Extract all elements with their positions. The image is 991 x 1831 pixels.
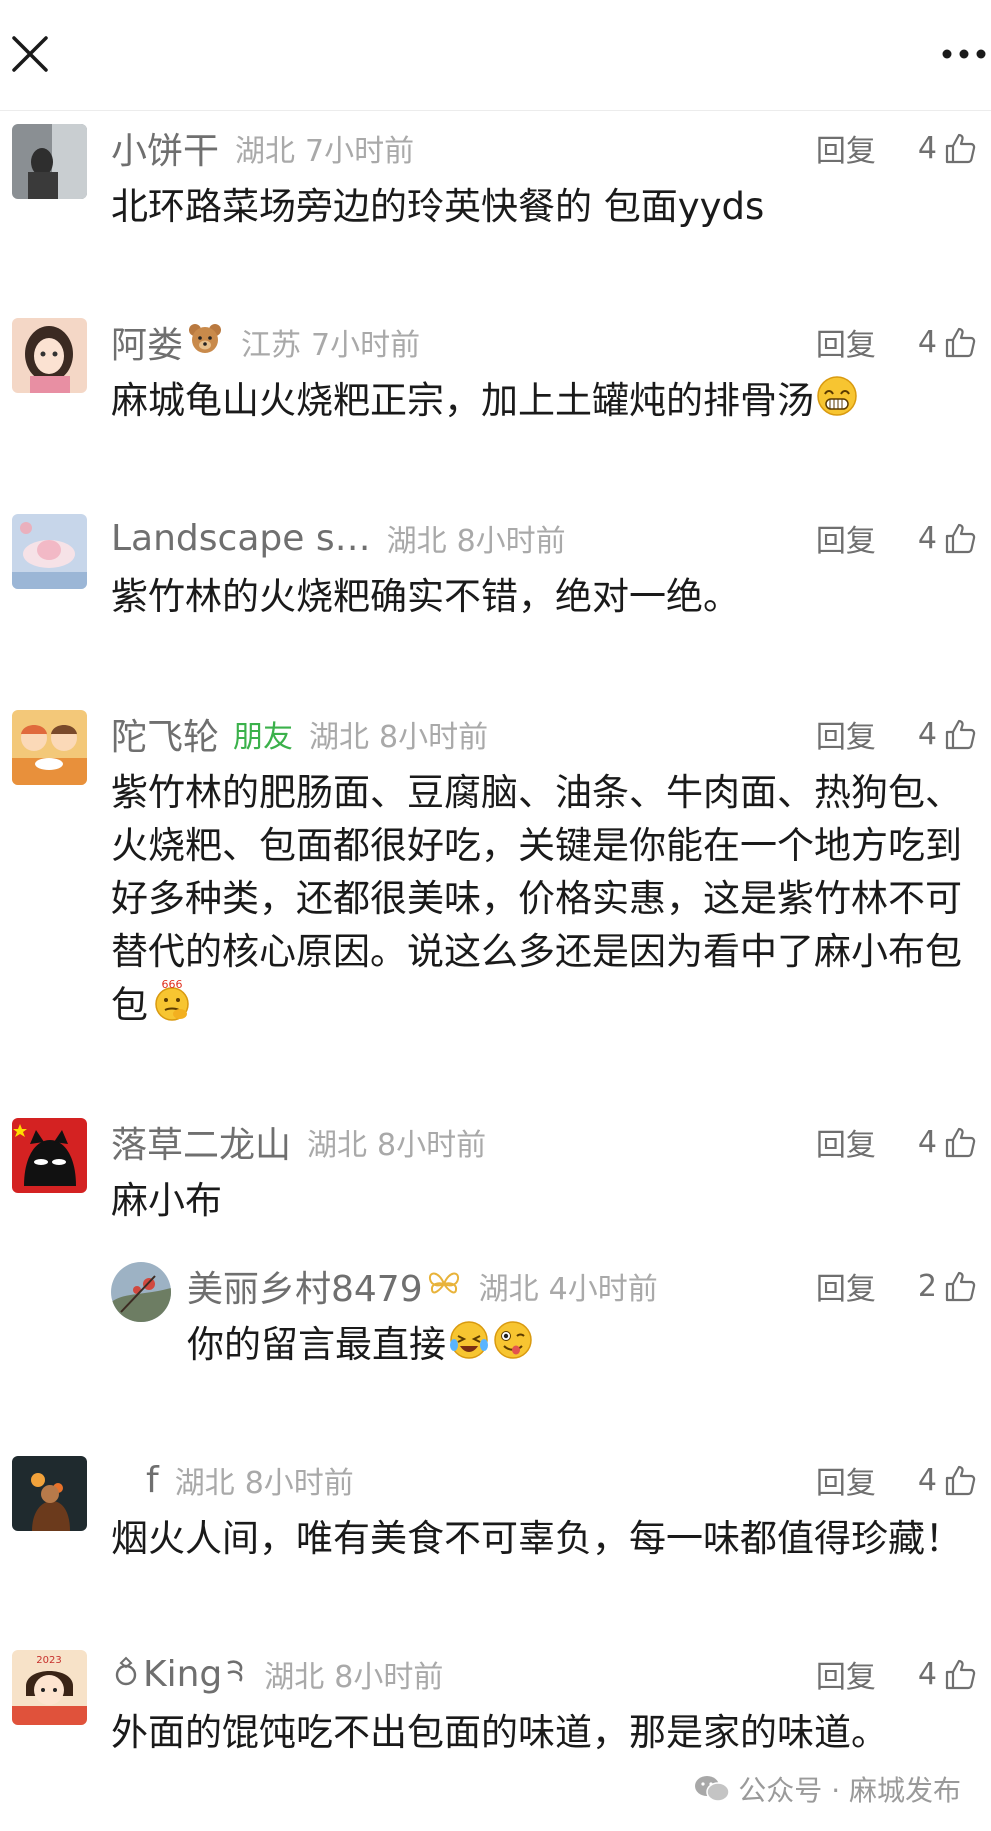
comment-item: 小饼干 湖北 7小时前 回复 4 北环路菜场旁边的玲英快餐的 包面yyds — [0, 124, 991, 244]
comment-time: 8小时前 — [244, 1466, 354, 1501]
reply-button[interactable]: 回复 — [816, 712, 876, 756]
comment-location: 湖北 — [307, 1128, 368, 1163]
reply-button[interactable]: 回复 — [816, 126, 876, 170]
cat-ear-icon — [224, 1655, 248, 1693]
comment-author[interactable]: 小饼干 — [111, 122, 219, 174]
like-count: 4 — [917, 716, 937, 752]
avatar[interactable] — [12, 514, 87, 589]
comment-time: 7小时前 — [305, 134, 415, 169]
comment-text: 紫竹林的火烧粑确实不错，绝对一绝。 — [111, 575, 740, 618]
avatar[interactable] — [111, 1262, 171, 1322]
comment-time: 8小时前 — [334, 1660, 444, 1695]
comment-item: f 湖北 8小时前 回复 4 烟火人间，唯有美食不可辜负，每一味都值得珍藏！ — [0, 1456, 991, 1576]
avatar[interactable] — [12, 1118, 87, 1193]
reply-button[interactable]: 回复 — [816, 320, 876, 364]
like-count: 4 — [917, 1656, 937, 1692]
reply-button[interactable]: 回复 — [816, 1264, 876, 1308]
comment-location: 湖北 — [264, 1660, 325, 1695]
comment-time: 8小时前 — [377, 1128, 487, 1163]
comment-item: 落草二龙山 湖北 8小时前 回复 4 麻小布 — [0, 1118, 991, 1238]
comment-author[interactable]: 阿娄 — [111, 316, 183, 368]
like-count: 2 — [917, 1268, 937, 1304]
comment-time: 8小时前 — [456, 524, 566, 559]
watermark: 公众号 · 麻城发布 — [694, 1767, 961, 1811]
avatar[interactable] — [12, 710, 87, 785]
avatar[interactable] — [12, 1456, 87, 1531]
more-dots-icon — [942, 49, 986, 59]
ring-icon — [113, 1655, 139, 1693]
wechat-icon — [695, 1776, 731, 1802]
avatar[interactable]: 2023 — [12, 1650, 87, 1725]
like-count: 4 — [917, 1124, 937, 1160]
thumbs-up-icon[interactable] — [943, 1269, 977, 1303]
thumbs-up-icon[interactable] — [943, 1125, 977, 1159]
thumbs-up-icon[interactable] — [943, 325, 977, 359]
comment-text-row: 紫竹林的肥肠面、豆腐脑、油条、牛肉面、热狗包、火烧粑、包面都很好吃，关键是你能在… — [111, 766, 981, 1036]
comment-text: 你的留言最直接 — [187, 1323, 446, 1366]
thumbs-up-icon[interactable] — [943, 521, 977, 555]
close-button[interactable] — [8, 32, 52, 76]
comment-text: 麻小布 — [111, 1179, 222, 1222]
comment-location: 湖北 — [386, 524, 447, 559]
top-bar — [0, 0, 991, 111]
comment-item: Landscape s… 湖北 8小时前 回复 4 紫竹林的火烧粑确实不错，绝对… — [0, 514, 991, 634]
more-button[interactable] — [937, 32, 991, 76]
comment-location: 湖北 — [309, 720, 370, 755]
reply-button[interactable]: 回复 — [816, 1652, 876, 1696]
thumbs-up-icon[interactable] — [943, 1657, 977, 1691]
reply-button[interactable]: 回复 — [816, 516, 876, 560]
like-count: 4 — [917, 324, 937, 360]
comment-text: 烟火人间，唯有美食不可辜负，每一味都值得珍藏！ — [111, 1517, 962, 1560]
thumbs-up-icon[interactable] — [943, 1463, 977, 1497]
666-thinking-emoji: 666 — [150, 978, 194, 1036]
teddy-bear-icon — [185, 320, 225, 364]
comment-location: 湖北 — [478, 1272, 539, 1307]
svg-text:666: 666 — [162, 978, 183, 991]
laugh-cry-emoji — [448, 1319, 490, 1375]
comment-text-row: 你的留言最直接 — [187, 1318, 981, 1375]
comment-location: 江苏 — [241, 328, 302, 363]
comment-item: 阿娄 江苏 7小时前 回复 4 麻城龟山火烧粑正宗，加上土罐炖的排骨汤 — [0, 318, 991, 438]
comment-author[interactable]: King — [143, 1654, 222, 1695]
comment-author[interactable]: 美丽乡村8479 — [187, 1260, 423, 1312]
comment-text-row: 麻城龟山火烧粑正宗，加上土罐炖的排骨汤 — [111, 374, 981, 431]
avatar[interactable] — [12, 124, 87, 199]
like-count: 4 — [917, 520, 937, 556]
like-count: 4 — [917, 1462, 937, 1498]
comment-time: 8小时前 — [379, 720, 489, 755]
thumbs-up-icon[interactable] — [943, 717, 977, 751]
comment-text: 北环路菜场旁边的玲英快餐的 包面yyds — [111, 185, 765, 228]
comment-author[interactable]: Landscape s… — [111, 518, 371, 559]
close-icon — [12, 36, 48, 72]
comment-location: 湖北 — [174, 1466, 235, 1501]
comment-author[interactable]: f — [146, 1460, 159, 1501]
avatar[interactable] — [12, 318, 87, 393]
butterfly-icon — [425, 1265, 463, 1307]
svg-text:2023: 2023 — [36, 1655, 61, 1666]
reply-button[interactable]: 回复 — [816, 1120, 876, 1164]
comment-item: 陀飞轮 朋友 湖北 8小时前 回复 4 紫竹林的肥肠面、豆腐脑、油条、牛肉面、热… — [0, 710, 991, 1030]
comment-text: 外面的馄饨吃不出包面的味道，那是家的味道。 — [111, 1711, 888, 1754]
wink-tongue-emoji — [492, 1319, 534, 1375]
comment-text: 紫竹林的肥肠面、豆腐脑、油条、牛肉面、热狗包、火烧粑、包面都很好吃，关键是你能在… — [111, 771, 962, 1027]
reply-button[interactable]: 回复 — [816, 1458, 876, 1502]
comment-location: 湖北 — [235, 134, 296, 169]
friend-tag: 朋友 — [233, 720, 294, 755]
watermark-label: 公众号 · 麻城发布 — [738, 1774, 961, 1807]
comment-item: 2023 King 湖北 8小时前 回复 4 外面的馄饨吃不出包面的味道，那是家… — [0, 1650, 991, 1770]
like-count: 4 — [917, 130, 937, 166]
grin-emoji — [816, 375, 858, 431]
comment-time: 7小时前 — [311, 328, 421, 363]
reply-item: 美丽乡村8479 湖北 4小时前 回复 2 你的留言最直接 — [0, 1262, 991, 1382]
comment-time: 4小时前 — [548, 1272, 658, 1307]
thumbs-up-icon[interactable] — [943, 131, 977, 165]
comment-author[interactable]: 落草二龙山 — [111, 1116, 291, 1168]
comment-author[interactable]: 陀飞轮 — [111, 708, 219, 760]
comment-text: 麻城龟山火烧粑正宗，加上土罐炖的排骨汤 — [111, 379, 814, 422]
